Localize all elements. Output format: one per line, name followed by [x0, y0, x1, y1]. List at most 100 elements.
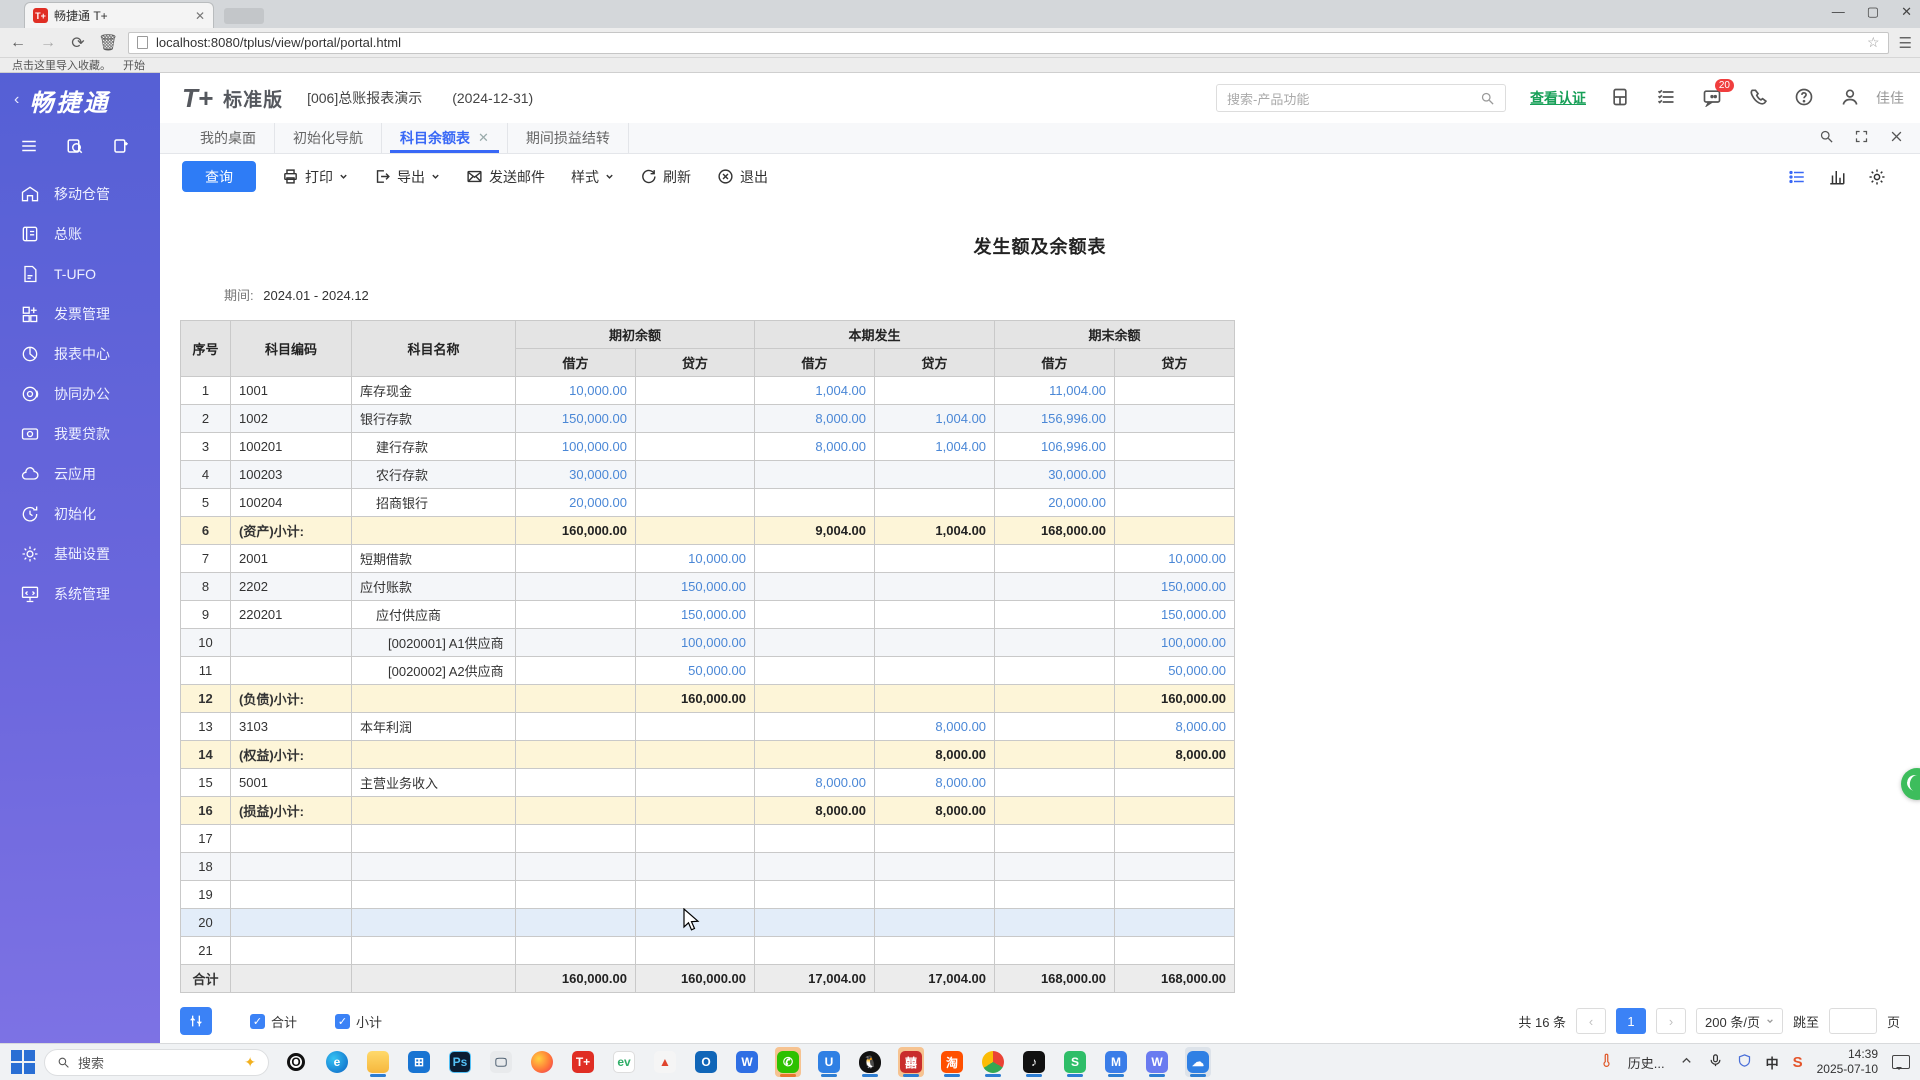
- table-row[interactable]: 7 2001 短期借款 10,000.00 10,000.00: [180, 544, 1236, 573]
- sidebar-add-icon[interactable]: [112, 137, 130, 158]
- microphone-icon[interactable]: [1708, 1053, 1723, 1071]
- wps-icon[interactable]: W: [734, 1047, 760, 1077]
- phone-icon[interactable]: [1748, 87, 1770, 109]
- next-page-button[interactable]: ›: [1656, 1008, 1687, 1034]
- browser-tab[interactable]: T+ 畅捷通 T+ ✕: [24, 2, 214, 28]
- cloud-app-icon[interactable]: ☁: [1185, 1047, 1211, 1077]
- exit-button[interactable]: 退出: [717, 167, 768, 187]
- table-row[interactable]: 16 (损益)小计: 8,000.00 8,000.00: [180, 796, 1236, 825]
- sidebar-item-发票管理[interactable]: 发票管理: [0, 294, 160, 334]
- file-explorer-icon[interactable]: [365, 1047, 391, 1077]
- start-button[interactable]: [10, 1049, 36, 1075]
- table-row[interactable]: 3 100201 建行存款 100,000.00 8,000.00 1,004.00 106…: [180, 432, 1236, 461]
- query-button[interactable]: 查询: [182, 161, 256, 192]
- total-checkbox[interactable]: ✓ 合计: [250, 1012, 297, 1031]
- tabbar-close-icon[interactable]: [1889, 129, 1904, 147]
- reload-icon[interactable]: ⟳: [68, 33, 88, 53]
- tplus-icon[interactable]: T+: [570, 1047, 596, 1077]
- chrome-icon[interactable]: [980, 1047, 1006, 1077]
- bookmark-import-hint[interactable]: 点击这里导入收藏。: [12, 57, 111, 73]
- tab-初始化导航[interactable]: 初始化导航: [275, 123, 382, 153]
- table-row[interactable]: 18: [180, 852, 1236, 881]
- send-mail-button[interactable]: 发送邮件: [466, 167, 545, 187]
- forward-icon[interactable]: →: [38, 34, 58, 52]
- message-icon[interactable]: 20: [1702, 79, 1734, 109]
- refresh-button[interactable]: 刷新: [640, 167, 691, 187]
- print-button[interactable]: 打印: [282, 167, 348, 187]
- window-close-button[interactable]: ✕: [1901, 4, 1912, 20]
- page-size-select[interactable]: 200 条/页: [1696, 1008, 1783, 1034]
- sidebar-item-云应用[interactable]: 云应用: [0, 454, 160, 494]
- subtotal-checkbox[interactable]: ✓ 小计: [335, 1012, 382, 1031]
- tab-close-icon[interactable]: ✕: [195, 9, 205, 23]
- table-row[interactable]: 8 2202 应付账款 150,000.00 150,000.00: [180, 572, 1236, 601]
- tiktok-icon[interactable]: ♪: [1021, 1047, 1047, 1077]
- jump-page-input[interactable]: [1828, 1008, 1877, 1034]
- sidebar-search-icon[interactable]: [66, 137, 84, 158]
- table-row[interactable]: 4 100203 农行存款 30,000.00 30,000.00: [180, 460, 1236, 489]
- tab-科目余额表[interactable]: 科目余额表 ✕: [382, 123, 508, 153]
- ev-icon[interactable]: ev: [611, 1047, 637, 1077]
- table-row[interactable]: 10 [0020001] A1供应商 100,000.00 100,000.00: [180, 628, 1236, 657]
- prev-page-button[interactable]: ‹: [1576, 1008, 1607, 1034]
- notification-icon[interactable]: [1892, 1055, 1910, 1070]
- sidebar-collapse-icon[interactable]: ‹: [14, 91, 19, 109]
- sidebar-item-移动仓管[interactable]: 移动仓管: [0, 174, 160, 214]
- calculator-icon[interactable]: [1610, 87, 1632, 109]
- table-row[interactable]: 13 3103 本年利润 8,000.00 8,000.00: [180, 712, 1236, 741]
- sidebar-item-协同办公[interactable]: 协同办公: [0, 374, 160, 414]
- table-row[interactable]: 21: [180, 936, 1236, 965]
- ms-store-icon[interactable]: ⊞: [406, 1047, 432, 1077]
- gear-icon[interactable]: [1868, 168, 1886, 186]
- window-minimize-button[interactable]: —: [1832, 4, 1845, 20]
- chart-view-icon[interactable]: [1828, 168, 1846, 186]
- table-row[interactable]: 19: [180, 880, 1236, 909]
- ime-indicator[interactable]: 中: [1766, 1053, 1779, 1072]
- w-blue-icon[interactable]: W: [1144, 1047, 1170, 1077]
- shield-icon[interactable]: [1737, 1053, 1752, 1071]
- fullscreen-icon[interactable]: [1854, 129, 1869, 147]
- clock[interactable]: 14:39 2025-07-10: [1817, 1047, 1878, 1077]
- sogou-icon[interactable]: S: [1793, 1054, 1803, 1071]
- browser-menu-icon[interactable]: ☰: [1899, 34, 1912, 52]
- wechat-icon[interactable]: ✆: [775, 1047, 801, 1077]
- export-button[interactable]: 导出: [374, 167, 440, 187]
- tab-我的桌面[interactable]: 我的桌面: [182, 123, 275, 153]
- url-input[interactable]: localhost:8080/tplus/view/portal/portal.…: [128, 31, 1889, 54]
- monitor-app-icon[interactable]: 🖵: [488, 1047, 514, 1077]
- new-tab-button[interactable]: [224, 8, 264, 24]
- sidebar-item-T-UFO[interactable]: T-UFO: [0, 254, 160, 294]
- firefox-icon[interactable]: 🦊: [529, 1047, 555, 1077]
- qq-icon[interactable]: 🐧: [857, 1047, 883, 1077]
- taobao-icon[interactable]: 淘: [939, 1047, 965, 1077]
- search-icon[interactable]: [1480, 91, 1495, 106]
- tab-close-icon[interactable]: ✕: [478, 130, 489, 146]
- table-row[interactable]: 14 (权益)小计: 8,000.00 8,000.00: [180, 740, 1236, 769]
- sidebar-menu-icon[interactable]: [20, 137, 38, 158]
- list-view-icon[interactable]: [1788, 168, 1806, 186]
- checklist-icon[interactable]: [1656, 87, 1678, 109]
- user-icon[interactable]: [1840, 87, 1862, 109]
- style-button[interactable]: 样式: [571, 167, 614, 187]
- tab-search-icon[interactable]: [1819, 129, 1834, 147]
- s-green-icon[interactable]: S: [1062, 1047, 1088, 1077]
- outlook-icon[interactable]: O: [693, 1047, 719, 1077]
- taskbar-search-input[interactable]: 搜索 ✦: [44, 1048, 269, 1076]
- window-maximize-button[interactable]: ▢: [1867, 4, 1879, 20]
- table-row[interactable]: 12 (负债)小计: 160,000.00 160,000.00: [180, 684, 1236, 713]
- table-row[interactable]: 20: [180, 908, 1236, 937]
- sidebar-item-初始化[interactable]: 初始化: [0, 494, 160, 534]
- bookmark-start[interactable]: 开始: [123, 57, 145, 73]
- tab-期间损益结转[interactable]: 期间损益结转: [508, 123, 629, 153]
- view-certification-link[interactable]: 查看认证: [1530, 88, 1586, 108]
- table-row[interactable]: 11 [0020002] A2供应商 50,000.00 50,000.00: [180, 656, 1236, 685]
- help-icon[interactable]: [1794, 87, 1816, 109]
- table-row[interactable]: 17: [180, 824, 1236, 853]
- table-row[interactable]: 2 1002 银行存款 150,000.00 8,000.00 1,004.00 156,9…: [180, 404, 1236, 433]
- u-app-icon[interactable]: U: [816, 1047, 842, 1077]
- table-row[interactable]: 5 100204 招商银行 20,000.00 20,000.00: [180, 488, 1236, 517]
- table-row[interactable]: 1 1001 库存现金 10,000.00 1,004.00 11,004.00: [180, 376, 1236, 405]
- product-search-input[interactable]: 搜索-产品功能: [1216, 84, 1506, 112]
- trash-icon[interactable]: 🗑: [98, 33, 118, 53]
- table-row[interactable]: 9 220201 应付供应商 150,000.00 150,000.00: [180, 600, 1236, 629]
